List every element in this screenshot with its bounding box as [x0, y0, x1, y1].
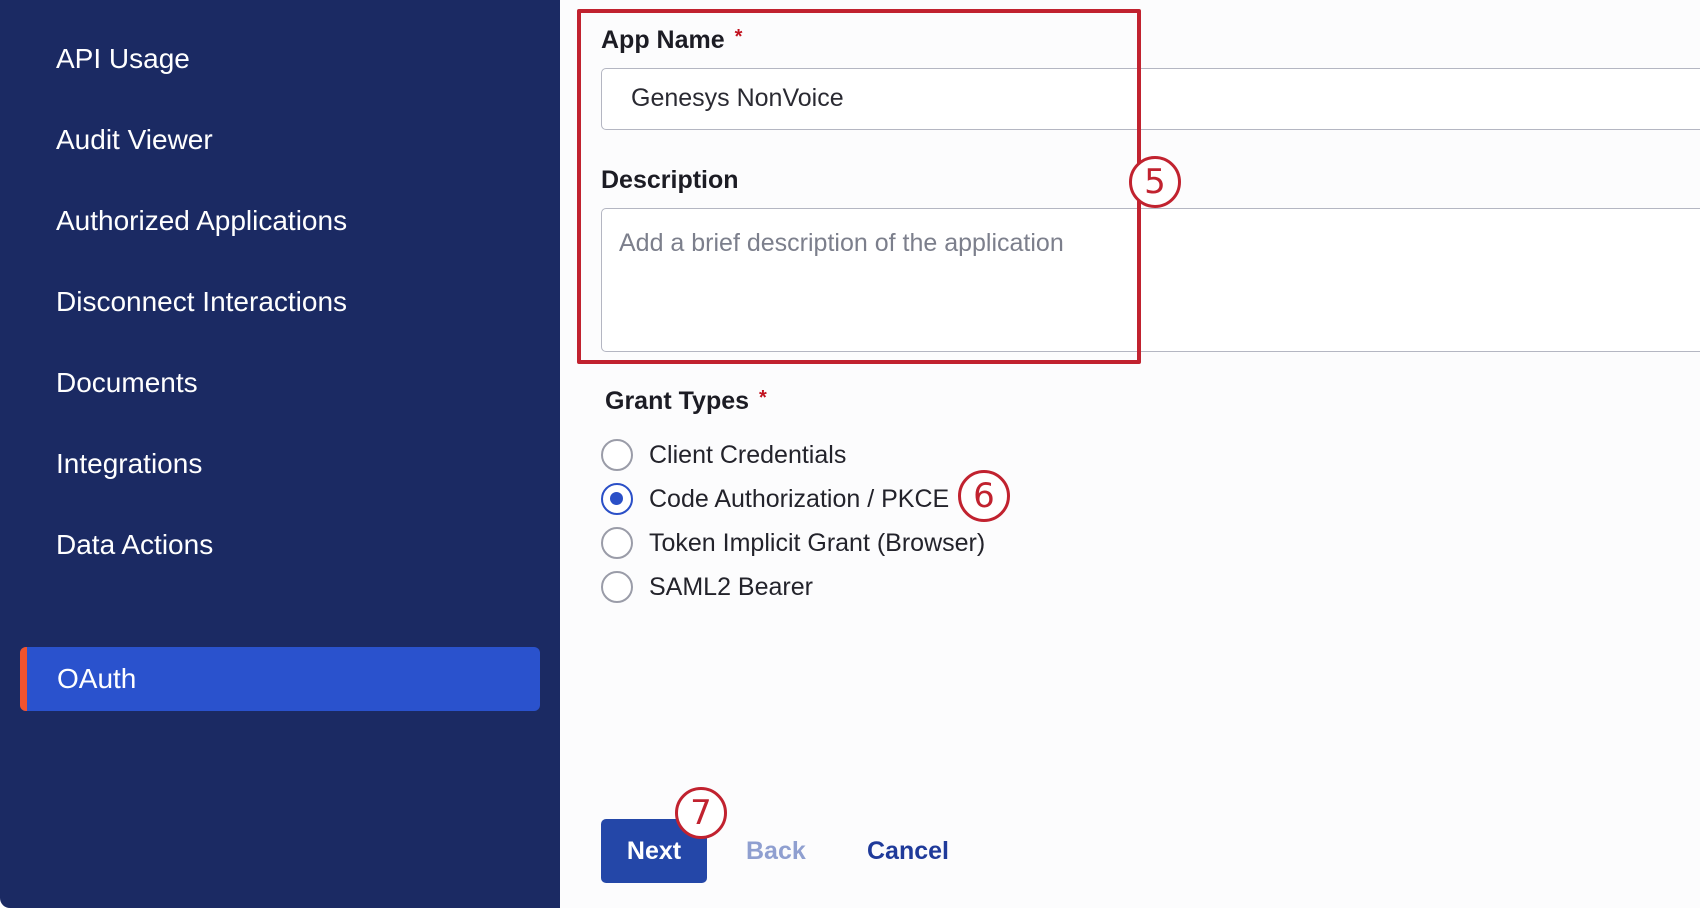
grant-type-label: SAML2 Bearer: [649, 573, 813, 601]
sidebar-nav: API Usage Audit Viewer Authorized Applic…: [0, 0, 560, 908]
sidebar-item-authorized-applications[interactable]: Authorized Applications: [56, 189, 347, 253]
grant-types-label: Grant Types *: [605, 387, 767, 416]
sidebar-item-oauth[interactable]: OAuth: [20, 647, 540, 711]
description-textarea[interactable]: Add a brief description of the applicati…: [601, 208, 1700, 352]
radio-unchecked[interactable]: [601, 439, 633, 471]
radio-unchecked[interactable]: [601, 527, 633, 559]
screenshot-frame: API Usage Audit Viewer Authorized Applic…: [0, 0, 1700, 908]
sidebar-item-api-usage[interactable]: API Usage: [56, 27, 190, 91]
app-name-input[interactable]: Genesys NonVoice: [601, 68, 1700, 130]
radio-unchecked[interactable]: [601, 571, 633, 603]
grant-type-label: Code Authorization / PKCE: [649, 485, 950, 513]
sidebar-item-data-actions[interactable]: Data Actions: [56, 513, 213, 577]
oauth-form-panel: App Name * Genesys NonVoice Description A…: [560, 0, 1700, 908]
step-5-callout: 5: [1129, 156, 1181, 208]
app-name-label: App Name *: [601, 26, 742, 55]
grant-type-label: Client Credentials: [649, 441, 847, 469]
required-marker: *: [734, 26, 743, 48]
app-name-label-text: App Name: [601, 26, 725, 54]
description-label: Description: [601, 166, 739, 194]
grant-type-label: Token Implicit Grant (Browser): [649, 529, 986, 557]
grant-types-label-text: Grant Types: [605, 387, 750, 415]
required-marker: *: [759, 387, 767, 409]
cancel-button[interactable]: Cancel: [867, 819, 949, 883]
sidebar-item-integrations[interactable]: Integrations: [56, 432, 202, 496]
back-button[interactable]: Back: [746, 819, 806, 883]
step-7-callout: 7: [675, 787, 727, 839]
step-6-callout: 6: [958, 470, 1010, 522]
sidebar-item-audit-viewer[interactable]: Audit Viewer: [56, 108, 213, 172]
sidebar-item-documents[interactable]: Documents: [56, 351, 198, 415]
radio-checked[interactable]: [601, 483, 633, 515]
sidebar-item-disconnect-interactions[interactable]: Disconnect Interactions: [56, 270, 347, 334]
